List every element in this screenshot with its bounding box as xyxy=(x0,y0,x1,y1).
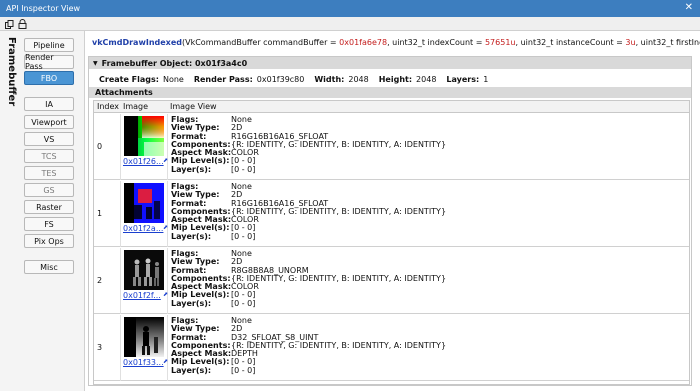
width-value: 2048 xyxy=(348,74,369,84)
gs-button[interactable]: GS xyxy=(24,183,74,197)
width-label: Width: xyxy=(314,74,345,84)
attachment-image-link[interactable]: 0x01f33... xyxy=(123,358,164,367)
layers-field-value: [0 - 0] xyxy=(231,231,256,241)
pipeline-button[interactable]: Pipeline xyxy=(24,38,74,52)
layers-label: Layers: xyxy=(446,74,480,84)
attachment-image-link[interactable]: 0x01f26... xyxy=(123,157,164,166)
external-link-icon[interactable]: ⬈ xyxy=(163,225,169,231)
layers-field-label: Layer(s): xyxy=(171,365,212,375)
attachment-thumbnail[interactable] xyxy=(124,116,164,156)
collapse-triangle-icon[interactable]: ▼ xyxy=(93,60,98,67)
column-header-image-view[interactable]: Image View xyxy=(167,101,217,113)
table-row: 1 0x01f2a... ⬈ Flags: None View Type: 2D… xyxy=(94,181,689,247)
draw-call-signature: vkCmdDrawIndexed (VkCommandBuffer comman… xyxy=(86,34,700,50)
row-index: 1 xyxy=(97,209,103,218)
table-row: 3 0x01f33... ⬈ Flags: None View Type: 2D… xyxy=(94,315,689,381)
render-pass-value: 0x01f39c80 xyxy=(256,74,305,84)
param-value-index-count: 57651u xyxy=(484,37,516,47)
table-header: Index Image Image View xyxy=(94,101,689,113)
window-title: API Inspector View xyxy=(6,4,81,13)
components-value: {R: IDENTITY, G: IDENTITY, B: IDENTITY, … xyxy=(231,139,447,149)
pix-ops-button[interactable]: Pix Ops xyxy=(24,234,74,248)
attachment-thumbnail[interactable] xyxy=(124,317,164,357)
external-link-icon[interactable]: ⬈ xyxy=(163,158,169,164)
layers-field-value: [0 - 0] xyxy=(231,164,256,174)
raster-button[interactable]: Raster xyxy=(24,200,74,214)
ia-button[interactable]: IA xyxy=(24,97,74,111)
layers-field-value: [0 - 0] xyxy=(231,298,256,308)
fs-button[interactable]: FS xyxy=(24,217,74,231)
attachments-header: Attachments xyxy=(89,87,691,98)
main-panel: vkCmdDrawIndexed (VkCommandBuffer comman… xyxy=(86,31,700,391)
tcs-button[interactable]: TCS xyxy=(24,149,74,163)
row-index: 0 xyxy=(97,142,103,151)
layers-field-label: Layer(s): xyxy=(171,164,212,174)
layers-field-label: Layer(s): xyxy=(171,231,212,241)
misc-button[interactable]: Misc xyxy=(24,260,74,274)
layers-field-value: [0 - 0] xyxy=(231,365,256,375)
row-index: 3 xyxy=(97,343,103,352)
row-index: 2 xyxy=(97,276,103,285)
create-flags-label: Create Flags: xyxy=(99,74,159,84)
attachments-table: Index Image Image View 0 0x01f26... ⬈ Fl… xyxy=(93,100,690,385)
lock-icon[interactable] xyxy=(17,19,27,29)
column-header-index[interactable]: Index xyxy=(94,101,119,113)
create-flags-value: None xyxy=(162,74,184,84)
attachment-image-link[interactable]: 0x01f2a... xyxy=(123,224,163,233)
layers-field-label: Layer(s): xyxy=(171,298,212,308)
attachment-image-link[interactable]: 0x01f2f... xyxy=(123,291,161,300)
framebuffer-section-label: Framebuffer xyxy=(6,37,17,107)
tes-button[interactable]: TES xyxy=(24,166,74,180)
table-row: 2 0x01f2f... ⬈ Flags: None View Type: 2D F… xyxy=(94,248,689,314)
render-pass-label: Render Pass: xyxy=(193,74,253,84)
param-value-command-buffer: 0x01fa6e78 xyxy=(339,37,388,47)
external-link-icon[interactable]: ⬈ xyxy=(163,292,169,298)
external-link-icon[interactable]: ⬈ xyxy=(163,359,169,365)
framebuffer-header[interactable]: ▼ Framebuffer Object: 0x01f3a4c0 xyxy=(89,57,691,69)
viewport-button[interactable]: Viewport xyxy=(24,115,74,129)
framebuffer-details: ▼ Framebuffer Object: 0x01f3a4c0 Create … xyxy=(88,56,692,386)
column-header-image[interactable]: Image xyxy=(120,101,148,113)
param-text-1: (VkCommandBuffer commandBuffer = xyxy=(181,37,340,47)
window-title-bar: API Inspector View ✕ xyxy=(0,0,700,17)
vs-button[interactable]: VS xyxy=(24,132,74,146)
attachment-thumbnail[interactable] xyxy=(124,250,164,290)
fbo-button[interactable]: FBO xyxy=(24,71,74,85)
toolbar xyxy=(0,17,700,31)
table-row: 0 0x01f26... ⬈ Flags: None View Type: 2D… xyxy=(94,114,689,180)
components-value: {R: IDENTITY, G: IDENTITY, B: IDENTITY, … xyxy=(231,340,447,350)
param-text-2: , uint32_t indexCount = xyxy=(387,37,485,47)
framebuffer-properties: Create Flags: None Render Pass: 0x01f39c… xyxy=(99,73,498,85)
attachment-thumbnail[interactable] xyxy=(124,183,164,223)
pipeline-stage-sidebar: Framebuffer Pipeline Render Pass FBO IA … xyxy=(0,31,85,391)
components-value: {R: IDENTITY, G: IDENTITY, B: IDENTITY, … xyxy=(231,206,447,216)
layers-value: 1 xyxy=(483,74,489,84)
height-label: Height: xyxy=(378,74,413,84)
close-icon[interactable]: ✕ xyxy=(685,2,693,14)
copy-icon[interactable] xyxy=(4,19,14,29)
components-value: {R: IDENTITY, G: IDENTITY, B: IDENTITY, … xyxy=(231,273,447,283)
param-text-4: , uint32_t firstIndex = xyxy=(635,37,700,47)
function-name: vkCmdDrawIndexed xyxy=(92,37,182,47)
render-pass-button[interactable]: Render Pass xyxy=(24,53,74,71)
param-text-3: , uint32_t instanceCount = xyxy=(515,37,626,47)
framebuffer-title: Framebuffer Object: 0x01f3a4c0 xyxy=(101,58,248,68)
param-value-instance-count: 3u xyxy=(625,37,636,47)
height-value: 2048 xyxy=(416,74,437,84)
